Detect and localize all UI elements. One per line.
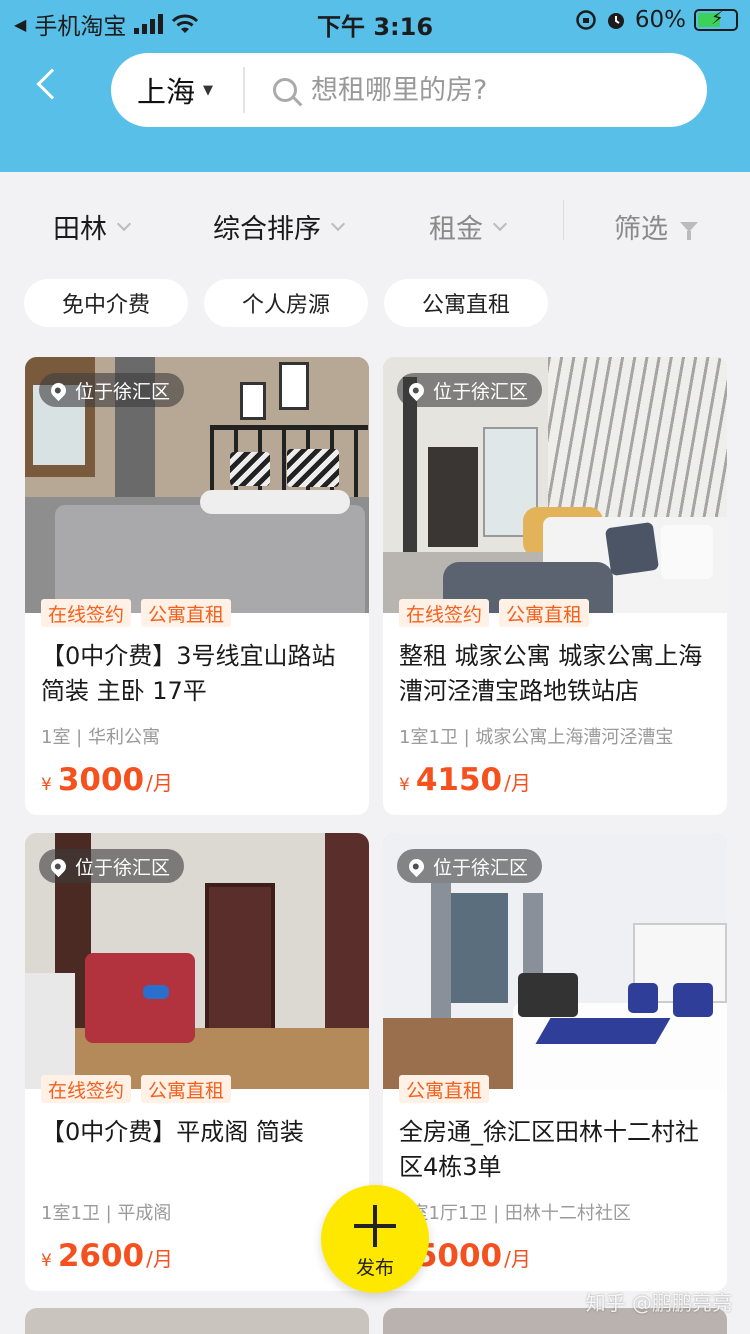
filter-screen-label: 筛选 xyxy=(614,214,668,245)
badge-apartment-direct: 公寓直租 xyxy=(141,599,232,627)
listing-title: 整租 城家公寓 城家公寓上海漕河泾漕宝路地铁站店 xyxy=(399,642,703,705)
price-unit: /月 xyxy=(146,771,173,795)
price-currency: ¥ xyxy=(399,775,410,795)
map-pin-icon xyxy=(47,379,70,401)
filter-area[interactable]: 田林 xyxy=(53,207,132,246)
funnel-icon xyxy=(680,221,698,240)
watermark: 知乎 @鹏鹏亮亮 xyxy=(585,1291,732,1315)
price-currency: ¥ xyxy=(41,1251,52,1271)
city-selector[interactable]: 上海 ▼ xyxy=(111,67,245,113)
rotation-lock-icon xyxy=(576,10,596,30)
publish-button[interactable]: 发布 xyxy=(321,1185,429,1293)
map-pin-icon xyxy=(405,379,428,401)
filter-area-label: 田林 xyxy=(53,214,107,245)
listing-card[interactable]: 位于徐汇区 在线签约 公寓直租 整租 城家公寓 城家公寓上海漕河泾漕宝路地铁站店… xyxy=(383,357,727,815)
price-currency: ¥ xyxy=(41,775,52,795)
badge-row: 在线签约 公寓直租 xyxy=(399,599,590,627)
location-label: 位于徐汇区 xyxy=(75,856,171,879)
badge-apartment-direct: 公寓直租 xyxy=(499,599,590,627)
location-pill: 位于徐汇区 xyxy=(39,373,185,407)
badge-apartment-direct: 公寓直租 xyxy=(399,1075,490,1103)
filter-screen[interactable]: 筛选 xyxy=(614,207,698,246)
filter-sort[interactable]: 综合排序 xyxy=(213,207,346,246)
listing-meta: 1室 | 华利公寓 xyxy=(41,727,160,748)
price-unit: /月 xyxy=(504,771,531,795)
price-unit: /月 xyxy=(146,1247,173,1271)
filter-rent[interactable]: 租金 xyxy=(429,207,508,246)
price-value: 4150 xyxy=(415,762,503,798)
battery-percent: 60% xyxy=(634,7,686,33)
price-value: 3000 xyxy=(57,762,145,798)
listing-meta: 1室1卫 | 城家公寓上海漕河泾漕宝 xyxy=(399,727,674,748)
listing-price: ¥ 4150 /月 xyxy=(399,762,531,798)
badge-row: 在线签约 公寓直租 xyxy=(41,1075,232,1103)
search-bar: 上海 ▼ xyxy=(111,53,707,127)
listing-card[interactable]: 位于徐汇区 公寓直租 全房通_徐汇区田林十二村社区4栋3单 1室1厅1卫 | 田… xyxy=(383,833,727,1291)
listing-card-partial[interactable] xyxy=(25,1308,369,1334)
location-pill: 位于徐汇区 xyxy=(39,849,185,883)
badge-online-sign: 在线签约 xyxy=(399,599,490,627)
listing-card[interactable]: 位于徐汇区 在线签约 公寓直租 【0中介费】平成阁 简装 1室1卫 | 平成阁 … xyxy=(25,833,369,1291)
location-pill: 位于徐汇区 xyxy=(397,373,543,407)
chevron-down-icon xyxy=(116,216,132,231)
status-right: 60% ⚡ xyxy=(575,7,738,33)
badge-online-sign: 在线签约 xyxy=(41,599,132,627)
alarm-icon xyxy=(607,13,624,29)
location-pill: 位于徐汇区 xyxy=(397,849,543,883)
filter-sort-label: 综合排序 xyxy=(213,214,321,245)
tag-apartment-direct[interactable]: 公寓直租 xyxy=(384,279,548,327)
listing-title: 全房通_徐汇区田林十二村社区4栋3单 xyxy=(399,1118,699,1181)
tag-no-agent-fee[interactable]: 免中介费 xyxy=(24,279,188,327)
map-pin-icon xyxy=(405,855,428,877)
badge-apartment-direct: 公寓直租 xyxy=(141,1075,232,1103)
listing-price: ¥ 3000 /月 xyxy=(41,762,173,798)
search-icon xyxy=(273,78,297,102)
badge-row: 公寓直租 xyxy=(399,1075,490,1103)
listing-title: 【0中介费】3号线宜山路站 简装 主卧 17平 xyxy=(41,642,336,705)
listing-price: ¥ 2600 /月 xyxy=(41,1238,173,1274)
chevron-down-icon xyxy=(330,216,346,231)
publish-label: 发布 xyxy=(355,1257,394,1279)
chevron-down-icon xyxy=(492,216,508,231)
battery-icon: ⚡ xyxy=(694,8,738,31)
map-pin-icon xyxy=(47,855,70,877)
city-label: 上海 xyxy=(137,75,196,109)
price-unit: /月 xyxy=(504,1247,531,1271)
filter-rent-label: 租金 xyxy=(429,214,483,245)
location-label: 位于徐汇区 xyxy=(433,856,529,879)
badge-online-sign: 在线签约 xyxy=(41,1075,132,1103)
badge-row: 在线签约 公寓直租 xyxy=(41,599,232,627)
filter-divider xyxy=(563,200,564,240)
back-button[interactable] xyxy=(28,62,68,106)
caret-down-icon: ▼ xyxy=(203,82,214,98)
status-bar: ◀ 手机淘宝 下午 3:16 60% ⚡ xyxy=(0,0,750,42)
header: ◀ 手机淘宝 下午 3:16 60% ⚡ 上海 ▼ 想租哪里的房? xyxy=(0,0,750,172)
search-input[interactable] xyxy=(311,74,611,106)
listing-title: 【0中介费】平成阁 简装 xyxy=(41,1118,304,1146)
listing-meta: 1室1厅1卫 | 田林十二村社区 xyxy=(399,1203,631,1224)
chevron-left-icon xyxy=(36,68,68,100)
price-value: 2600 xyxy=(57,1238,145,1274)
tag-personal-listing[interactable]: 个人房源 xyxy=(204,279,368,327)
location-label: 位于徐汇区 xyxy=(75,380,171,403)
listing-card[interactable]: 位于徐汇区 在线签约 公寓直租 【0中介费】3号线宜山路站 简装 主卧 17平 … xyxy=(25,357,369,815)
location-label: 位于徐汇区 xyxy=(433,380,529,403)
listing-meta: 1室1卫 | 平成阁 xyxy=(41,1203,172,1224)
